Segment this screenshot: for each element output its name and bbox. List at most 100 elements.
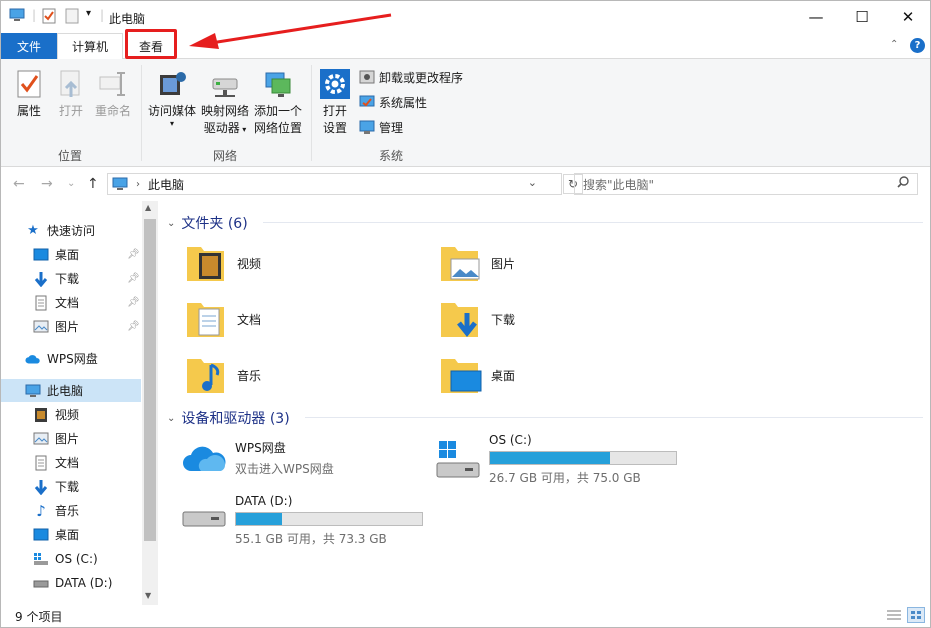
add-network-location-button[interactable]: 添加一个 网络位置 — [251, 67, 305, 137]
nav-drive-d[interactable]: DATA (D:) — [1, 571, 141, 594]
nav-pc-videos[interactable]: 视频 — [1, 403, 141, 426]
open-button[interactable]: 打开 — [53, 67, 89, 120]
open-settings-button[interactable]: 打开 设置 — [317, 67, 353, 137]
drive-c-usage-bar — [489, 451, 677, 465]
help-icon[interactable]: ? — [910, 38, 925, 53]
pin-icon-3: 📌︎ — [127, 297, 140, 308]
music-note-icon: ♪ — [36, 501, 46, 520]
search-icon[interactable] — [897, 176, 909, 191]
cloud-icon — [25, 351, 41, 367]
document-icon-2 — [33, 455, 49, 471]
document-folder-icon — [185, 297, 229, 341]
video-folder-icon — [185, 241, 229, 285]
nav-pc-pictures[interactable]: 图片 — [1, 427, 141, 450]
address-dropdown-icon[interactable]: ⌄ — [528, 176, 537, 189]
item-count: 9 个项目 — [15, 610, 63, 624]
group-label-location: 位置 — [58, 149, 83, 163]
folder-music[interactable]: 音乐 — [185, 353, 261, 397]
quick-access-dropdown-icon[interactable]: ▾ — [86, 8, 91, 19]
collapse-ribbon-icon[interactable]: ⌃ — [890, 39, 898, 50]
ribbon-separator-2 — [311, 65, 312, 161]
details-view-icon[interactable] — [886, 609, 902, 625]
section-divider-2 — [305, 417, 923, 418]
windows-drive-icon-large — [435, 439, 483, 487]
access-media-dropdown-icon: ▾ — [169, 119, 174, 128]
system-properties-button[interactable]: 系统属性 — [359, 91, 427, 113]
hard-drive-icon-large — [181, 504, 229, 552]
scroll-down-icon[interactable]: ▼ — [145, 591, 151, 600]
computer-icon-nav — [25, 383, 41, 399]
breadcrumb-this-pc[interactable]: 此电脑 — [148, 176, 184, 193]
uninstall-icon — [359, 69, 375, 85]
nav-pc-downloads[interactable]: 下载 — [1, 475, 141, 498]
close-button[interactable]: ✕ — [885, 1, 930, 33]
open-icon — [55, 67, 87, 101]
download-folder-icon — [439, 297, 483, 341]
drives-section-header[interactable]: ⌄ 设备和驱动器 (3) — [167, 408, 290, 428]
properties-quick-icon[interactable] — [42, 8, 56, 24]
wps-cloud-icon — [181, 439, 229, 487]
large-icons-view-icon[interactable] — [907, 607, 925, 623]
forward-arrow-icon[interactable]: → — [41, 176, 53, 192]
address-field[interactable]: › 此电脑 ⌄ ↻ — [107, 173, 583, 195]
access-media-button[interactable]: 访问媒体 ▾ — [147, 67, 197, 128]
scroll-up-icon[interactable]: ▲ — [145, 203, 151, 212]
drive-c[interactable]: OS (C:) 26.7 GB 可用，共 75.0 GB — [435, 433, 677, 487]
folder-documents[interactable]: 文档 — [185, 297, 261, 341]
nav-quick-downloads[interactable]: 下载 📌︎ — [1, 267, 141, 290]
folder-videos[interactable]: 视频 — [185, 241, 261, 285]
uninstall-program-button[interactable]: 卸载或更改程序 — [359, 66, 463, 88]
address-row: ← → ⌄ ↑ › 此电脑 ⌄ ↻ 搜索"此电脑" — [1, 168, 930, 201]
back-arrow-icon[interactable]: ← — [13, 176, 25, 192]
pin-icon-4: 📌︎ — [127, 321, 140, 332]
properties-button[interactable]: 属性 — [11, 67, 47, 120]
status-bar: 9 个项目 — [1, 605, 930, 627]
ribbon: 属性 打开 重命名 位置 访问媒体 ▾ 映射网络 驱动器 ▾ 添加一个 网络位置… — [1, 59, 930, 167]
rename-button[interactable]: 重命名 — [93, 67, 133, 120]
folder-downloads[interactable]: 下载 — [439, 297, 515, 341]
folder-desktop[interactable]: 桌面 — [439, 353, 515, 397]
drive-c-usage-fill — [490, 452, 610, 464]
folder-pictures[interactable]: 图片 — [439, 241, 515, 285]
star-icon: ★ — [27, 223, 39, 238]
picture-icon — [33, 319, 49, 335]
new-folder-quick-icon[interactable] — [65, 8, 79, 24]
nav-pc-music[interactable]: ♪ 音乐 — [1, 499, 141, 522]
picture-icon-2 — [33, 431, 49, 447]
search-input[interactable]: 搜索"此电脑" — [574, 173, 918, 195]
nav-pc-desktop[interactable]: 桌面 — [1, 523, 141, 546]
nav-quick-documents[interactable]: 文档 📌︎ — [1, 291, 141, 314]
nav-quick-access[interactable]: ★ 快速访问 — [1, 219, 141, 242]
minimize-button[interactable]: — — [793, 1, 839, 33]
recent-dropdown-icon[interactable]: ⌄ — [67, 178, 75, 189]
folders-section-header[interactable]: ⌄ 文件夹 (6) — [167, 213, 248, 233]
maximize-button[interactable]: ☐ — [839, 1, 885, 33]
manage-button[interactable]: 管理 — [359, 116, 403, 138]
nav-quick-desktop[interactable]: 桌面 📌︎ — [1, 243, 141, 266]
media-icon — [156, 67, 188, 101]
toolbar-divider: | — [32, 8, 37, 22]
up-arrow-icon[interactable]: ↑ — [87, 176, 99, 192]
content-pane: ⌄ 文件夹 (6) 视频 图片 文档 下载 音乐 桌面 ⌄ 设备和驱动器 (3)… — [159, 201, 930, 605]
collapse-chevron-icon-2: ⌄ — [167, 412, 176, 424]
pin-icon: 📌︎ — [127, 249, 140, 260]
nav-pc-documents[interactable]: 文档 — [1, 451, 141, 474]
tab-file[interactable]: 文件 — [1, 33, 57, 59]
desktop-folder-icon — [439, 353, 483, 397]
nav-scrollbar-thumb[interactable] — [144, 219, 156, 541]
drive-d-usage-bar — [235, 512, 423, 526]
drive-d-usage-fill — [236, 513, 283, 525]
hard-drive-icon — [33, 575, 49, 591]
drive-wps[interactable]: WPS网盘 双击进入WPS网盘 — [181, 439, 334, 487]
nav-this-pc[interactable]: 此电脑 — [1, 379, 141, 402]
nav-quick-pictures[interactable]: 图片 📌︎ — [1, 315, 141, 338]
tab-computer[interactable]: 计算机 — [57, 33, 123, 60]
nav-drive-c[interactable]: OS (C:) — [1, 547, 141, 570]
map-network-drive-button[interactable]: 映射网络 驱动器 ▾ — [199, 67, 251, 138]
windows-drive-icon — [33, 551, 49, 567]
group-label-network: 网络 — [213, 149, 238, 163]
drive-d[interactable]: DATA (D:) 55.1 GB 可用，共 73.3 GB — [181, 494, 423, 552]
window-title: 此电脑 — [109, 12, 146, 26]
nav-wps-drive[interactable]: WPS网盘 — [1, 347, 141, 370]
rename-icon — [97, 67, 129, 101]
